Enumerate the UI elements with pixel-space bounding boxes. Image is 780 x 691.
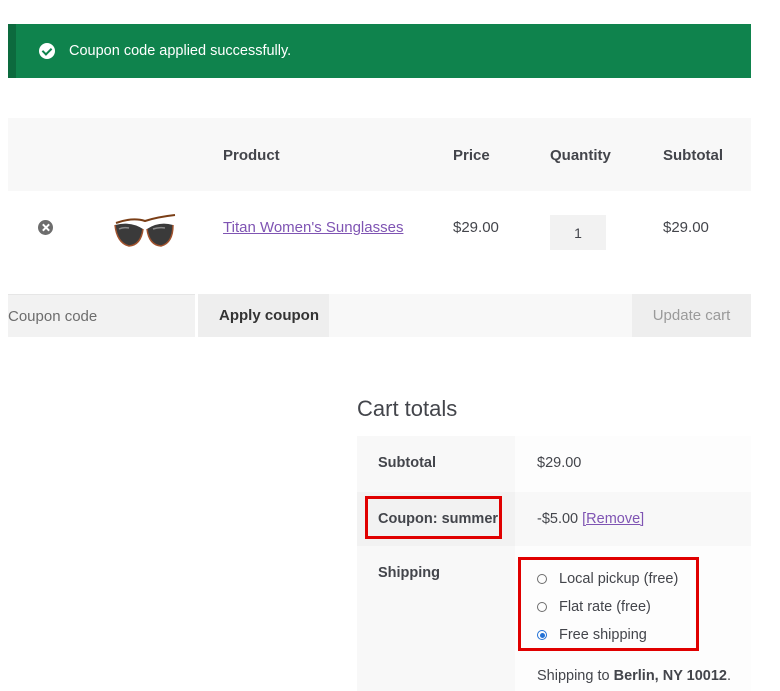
update-cart-button[interactable]: Update cart (632, 294, 751, 337)
apply-coupon-button[interactable]: Apply coupon (198, 294, 329, 337)
product-price: $29.00 (453, 219, 499, 236)
remove-item-icon[interactable] (38, 220, 53, 235)
header-product: Product (223, 147, 280, 164)
shipping-highlight-box (518, 557, 699, 651)
cart-table-header: Product Price Quantity Subtotal (8, 118, 751, 191)
cart-totals-title: Cart totals (357, 396, 458, 421)
item-subtotal: $29.00 (663, 219, 709, 236)
cart-item-row: Titan Women's Sunglasses $29.00 $29.00 (8, 191, 751, 276)
remove-coupon-link[interactable]: [Remove] (582, 511, 644, 527)
shipping-label: Shipping (378, 565, 441, 581)
header-quantity: Quantity (550, 147, 611, 164)
subtotal-value: $29.00 (537, 455, 582, 471)
shipping-destination: Shipping to Berlin, NY 10012. (537, 668, 732, 684)
header-subtotal: Subtotal (663, 147, 723, 164)
totals-row-subtotal: Subtotal $29.00 (357, 436, 751, 492)
notice-message: Coupon code applied successfully. (69, 43, 292, 59)
success-notice: Coupon code applied successfully. (8, 24, 751, 78)
coupon-discount-value: -$5.00 (537, 511, 579, 527)
coupon-code-input[interactable] (8, 294, 195, 337)
product-thumbnail[interactable] (113, 213, 177, 251)
check-circle-icon (39, 43, 55, 59)
subtotal-label: Subtotal (378, 455, 436, 471)
header-price: Price (453, 147, 490, 164)
quantity-input[interactable] (550, 215, 606, 250)
coupon-highlight-box (365, 496, 502, 539)
product-name-link[interactable]: Titan Women's Sunglasses (223, 219, 403, 236)
